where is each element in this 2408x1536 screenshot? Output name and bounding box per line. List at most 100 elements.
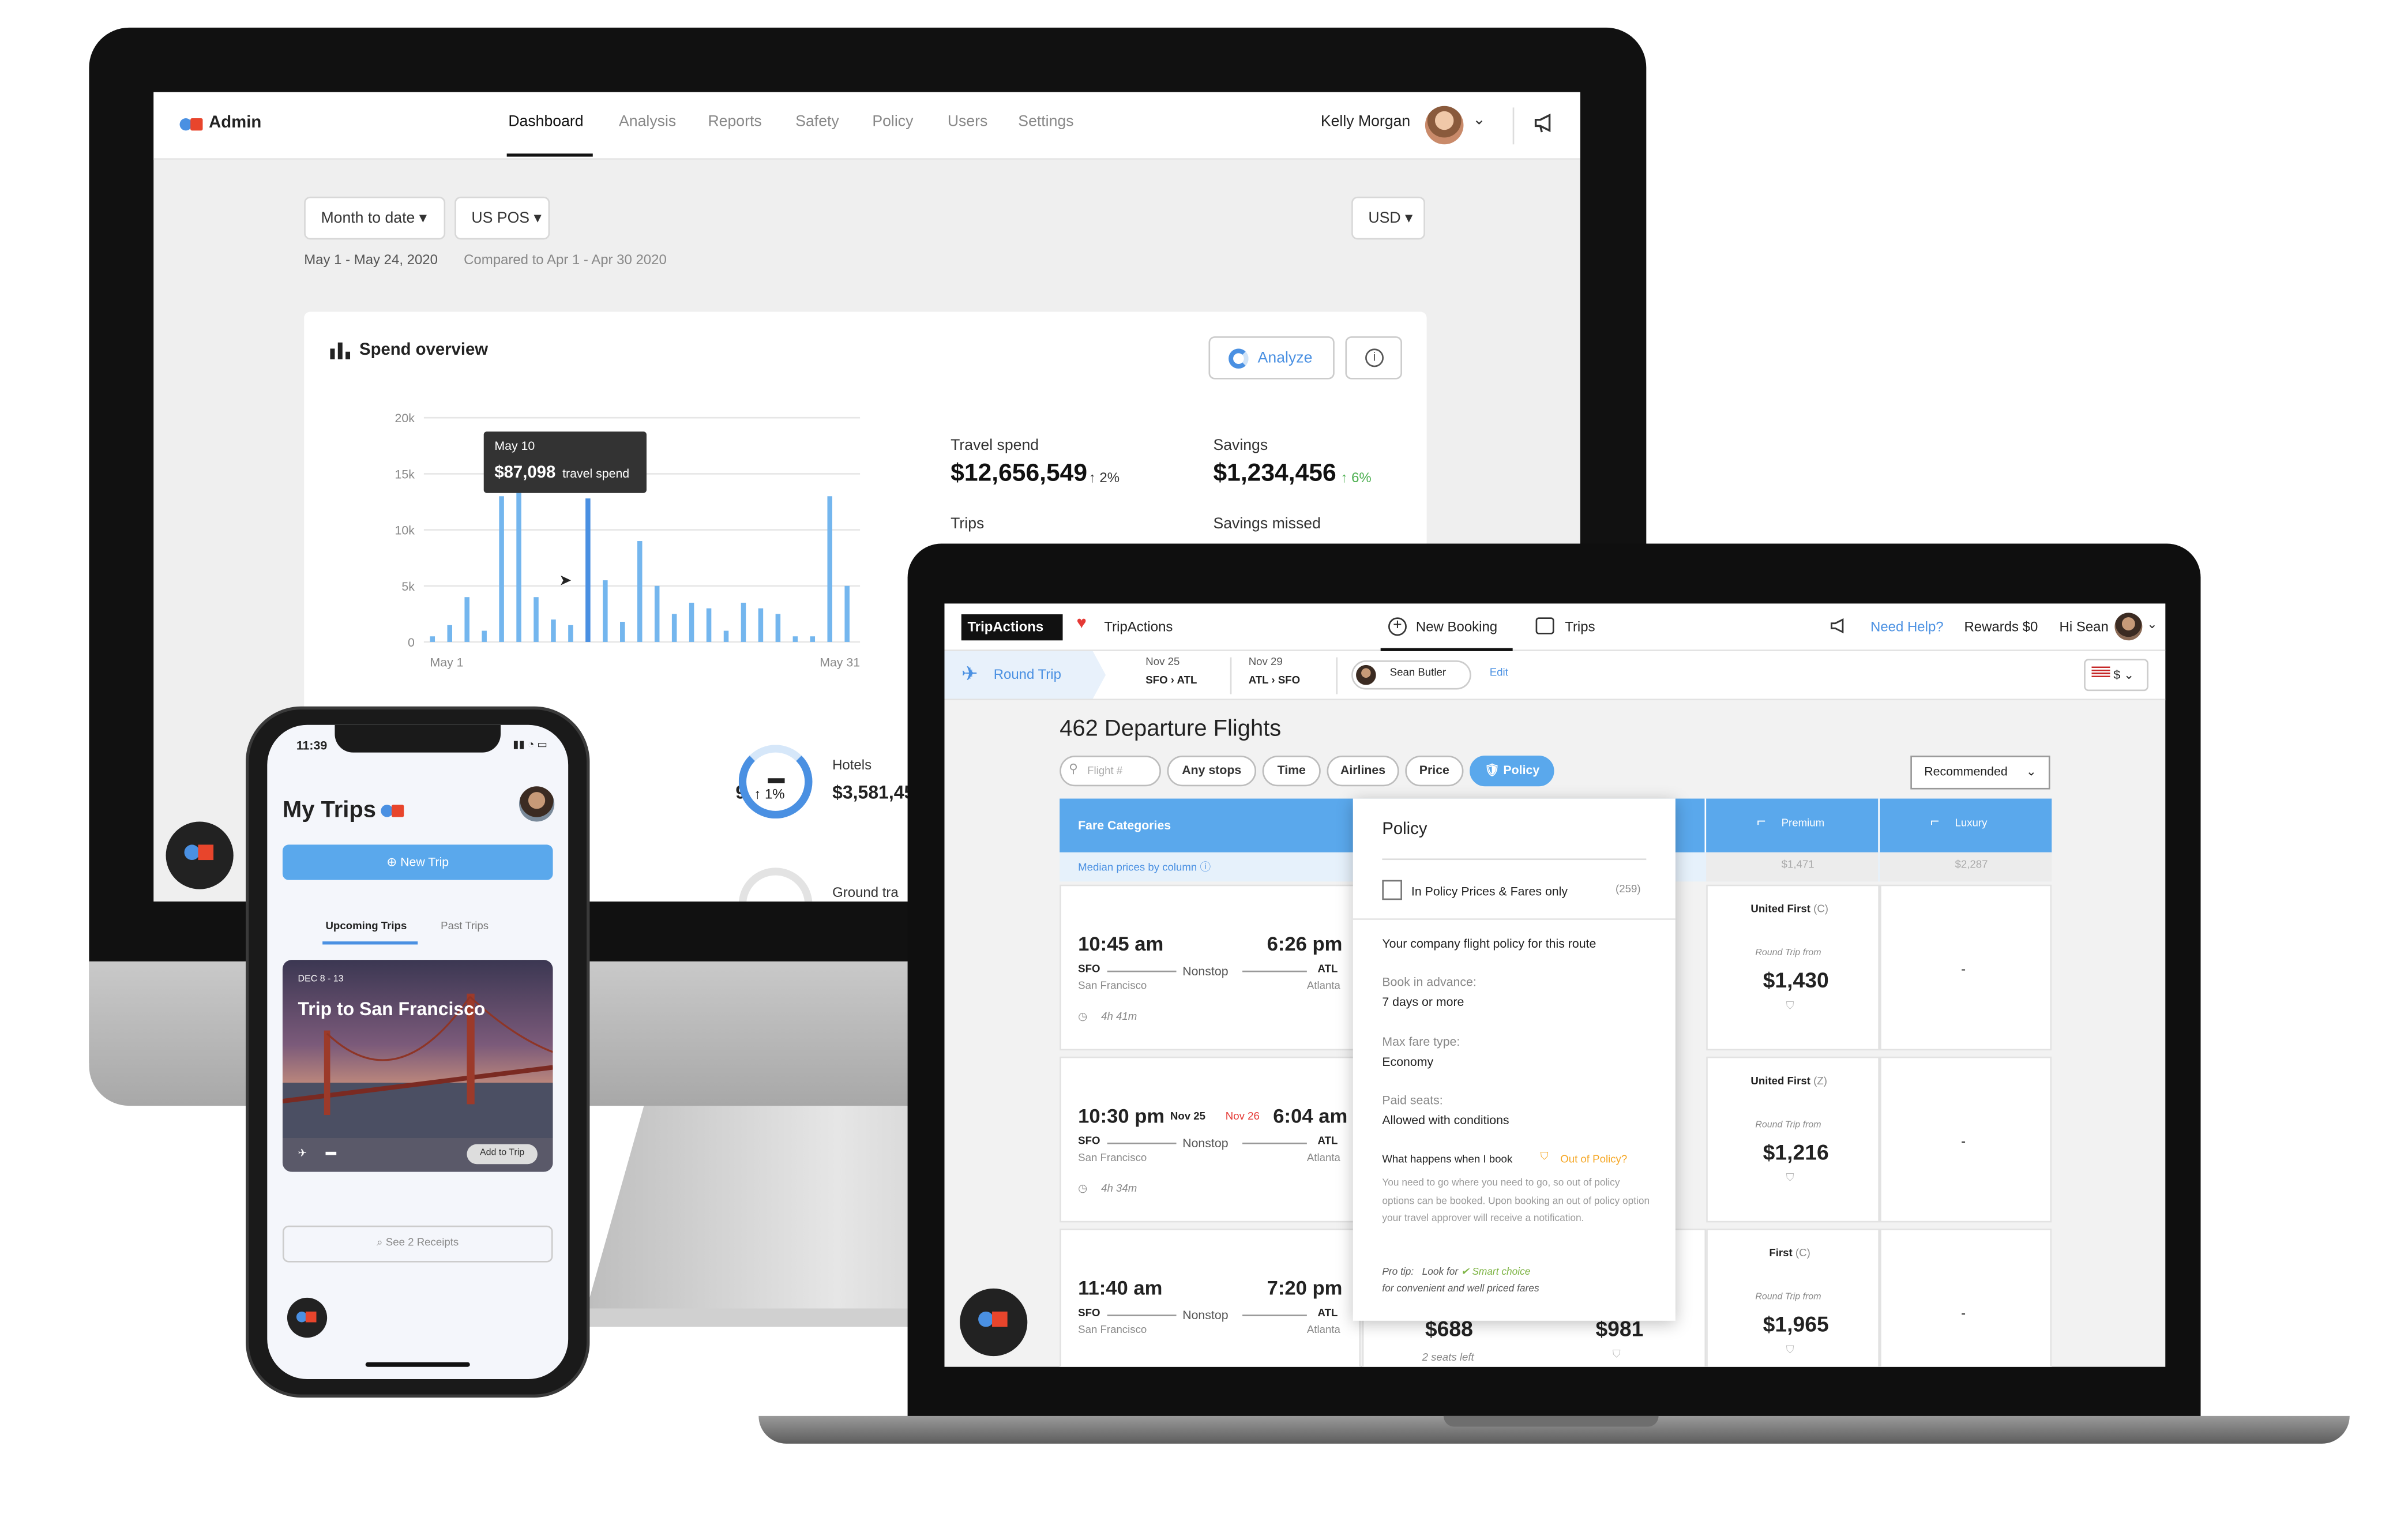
in-policy-checkbox[interactable] [1382,880,1402,900]
flight-row-3[interactable]: 11:40 am 7:20 pm SFO Nonstop ATL San Fra… [1060,1229,1361,1367]
nav-policy[interactable]: Policy [872,114,913,130]
out-of-policy-label[interactable]: Out of Policy? [1560,1155,1627,1166]
premium-cell-row-2[interactable]: United First (Z) Round Trip from $1,216 … [1706,1056,1880,1223]
flight-row-2[interactable]: 10:30 pm Nov 25 Nov 26 6:04 am SFO Nonst… [1060,1056,1361,1223]
user-avatar[interactable] [2114,613,2143,641]
chart-bar[interactable] [827,496,832,642]
chart-bar[interactable] [654,585,660,642]
chart-bar[interactable] [810,636,816,642]
chevron-down-icon[interactable]: ⌄ [1472,112,1485,129]
chevron-down-icon[interactable]: ⌄ [2147,617,2157,631]
chart-bar[interactable] [430,636,435,642]
shield-icon: ⛉ [1786,1001,1794,1012]
analyze-button[interactable]: Analyze [1208,336,1335,380]
search-icon: ⚲ [1069,761,1078,776]
chart-bar[interactable] [464,597,469,642]
chart-bar[interactable] [723,630,729,642]
greeting[interactable]: Hi Sean [2060,619,2109,634]
sort-dropdown[interactable]: Recommended ⌄ [1910,755,2050,790]
chart-bar[interactable] [482,630,487,642]
chart-bar[interactable] [620,621,625,642]
chat-icon[interactable] [287,1297,328,1338]
chart-bar[interactable] [551,619,556,642]
user-name[interactable]: Kelly Morgan [1321,114,1410,130]
chart-bar[interactable] [637,541,643,642]
travel-spend-label: Travel spend [951,437,1039,455]
luxury-cell-row-3[interactable]: - [1880,1229,2052,1367]
filter-airlines[interactable]: Airlines [1327,755,1399,787]
rewards-balance[interactable]: Rewards $0 [1964,619,2038,634]
nav-settings[interactable]: Settings [1018,114,1073,130]
flight-row-1[interactable]: 10:45 am 6:26 pm SFO Nonstop ATL San Fra… [1060,884,1361,1051]
chart-bar[interactable] [603,580,608,642]
leg1-date[interactable]: Nov 25 [1145,658,1179,669]
premium-cell-row-3[interactable]: First (C) Round Trip from $1,965 ⛉ [1706,1229,1880,1367]
new-booking-tab[interactable]: New Booking [1416,619,1497,634]
nav-safety[interactable]: Safety [795,114,839,130]
chart-bar[interactable] [447,625,453,642]
leg2-date[interactable]: Nov 29 [1249,658,1283,669]
currency-selector[interactable]: $ ⌄ [2084,659,2148,692]
fare-categories-label: Fare Categories [1078,818,1171,833]
golden-gate-image [282,993,553,1172]
premium-cell-row-1[interactable]: United First (C) Round Trip from $1,430 … [1706,884,1880,1051]
luxury-cell-row-2[interactable]: - [1880,1056,2052,1223]
filter-policy[interactable]: 🛡 Policy [1470,755,1554,787]
currency-dropdown[interactable]: USD ▾ [1351,196,1425,240]
new-trip-button[interactable]: ⊕ New Trip [282,844,553,880]
pro-tip-rest: for convenient and well priced fares [1382,1283,1539,1295]
median-note[interactable]: Median prices by column ⓘ [1078,860,1211,876]
chart-bar[interactable] [844,585,850,642]
tab-upcoming[interactable]: Upcoming Trips [325,922,407,933]
nav-dashboard[interactable]: Dashboard [508,114,583,130]
luxury-header[interactable]: Luxury [1955,818,1987,829]
origin-code: SFO [1078,1308,1100,1320]
filter-price[interactable]: Price [1405,755,1464,787]
trips-tab[interactable]: Trips [1565,619,1595,634]
chart-bar[interactable] [689,602,694,642]
tripactions-logo[interactable]: TripActions [961,614,1063,641]
chat-icon[interactable] [166,821,234,889]
chart-bar[interactable] [499,496,504,642]
chart-bar[interactable] [706,608,712,642]
megaphone-icon[interactable] [1532,111,1557,143]
chart-bar[interactable] [758,608,764,642]
chart-bar[interactable] [792,636,798,642]
admin-brand: Admin [209,114,262,132]
premium-header[interactable]: Premium [1782,818,1825,829]
edit-link[interactable]: Edit [1490,668,1508,679]
help-link[interactable]: Need Help? [1870,619,1944,634]
destination-code: ATL [1317,964,1338,975]
filter-time[interactable]: Time [1262,755,1321,787]
chart-bar[interactable] [775,614,781,642]
megaphone-icon[interactable] [1829,616,1849,644]
chart-bar[interactable] [585,498,591,642]
leg2-route[interactable]: ATL › SFO [1249,676,1300,687]
tab-past[interactable]: Past Trips [441,922,489,933]
add-to-trip-button[interactable]: Add to Trip [467,1144,538,1165]
info-button[interactable]: i [1345,336,1402,380]
chart-bar[interactable] [534,597,539,642]
in-policy-label[interactable]: In Policy Prices & Fares only [1411,885,1568,899]
receipts-button[interactable]: ⌕ See 2 Receipts [282,1225,553,1263]
chart-bar[interactable] [671,614,677,642]
luxury-cell-row-1[interactable]: - [1880,884,2052,1051]
clock-icon: ◷ [1078,1184,1088,1195]
arrive-time: 7:20 pm [1267,1276,1343,1300]
chart-bar[interactable] [568,625,573,642]
y-tick-label: 15k [395,467,415,481]
chart-bar[interactable] [741,602,746,642]
trip-card[interactable]: DEC 8 - 13 Trip to San Francisco ✈ ▬ Add… [282,960,553,1172]
traveler-name: Sean Butler [1389,668,1447,679]
stops: Nonstop [1182,964,1229,979]
nav-reports[interactable]: Reports [708,114,761,130]
user-avatar[interactable] [1425,106,1464,145]
filter-any-stops[interactable]: Any stops [1167,755,1257,787]
chat-icon[interactable] [960,1288,1028,1357]
nav-users[interactable]: Users [948,114,988,130]
leg1-route[interactable]: SFO › ATL [1145,676,1197,687]
profile-avatar[interactable] [519,786,555,822]
period-dropdown[interactable]: Month to date ▾ [304,196,446,240]
nav-analysis[interactable]: Analysis [619,114,676,130]
pos-dropdown[interactable]: US POS ▾ [454,196,550,240]
